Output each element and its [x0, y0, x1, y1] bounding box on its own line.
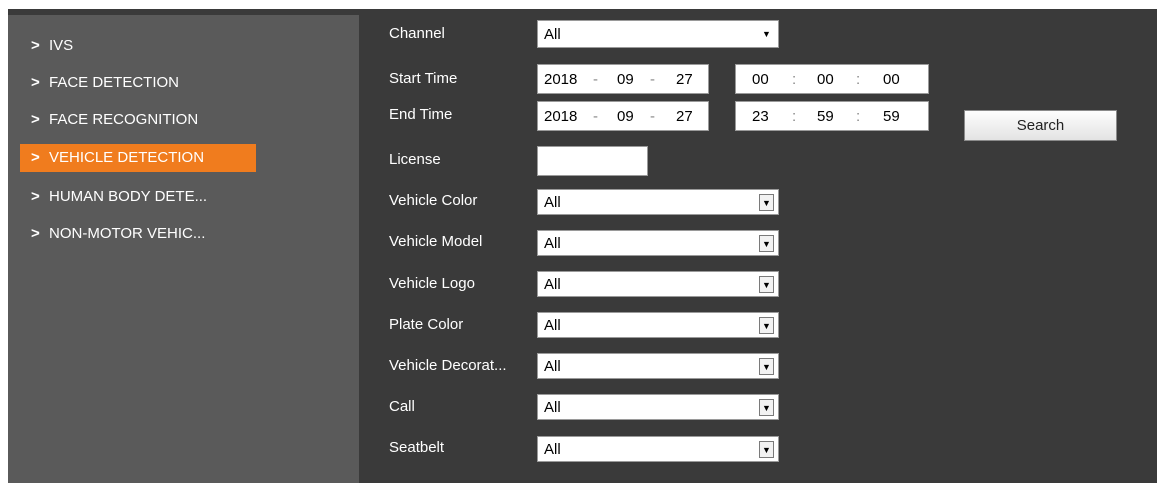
vehicle-color-value: All	[544, 194, 561, 211]
plate-color-value: All	[544, 317, 561, 334]
end-year: 2018	[544, 108, 578, 125]
chevron-down-icon: ▼	[759, 399, 774, 416]
start-day: 27	[676, 71, 693, 88]
chevron-down-icon: ▼	[759, 317, 774, 334]
channel-value: All	[544, 26, 561, 43]
seatbelt-label: Seatbelt	[389, 439, 445, 456]
end-time-input[interactable]: 23 : 59 : 59	[735, 101, 929, 131]
sidebar-item-label: FACE RECOGNITION	[49, 111, 199, 128]
start-time-input[interactable]: 00 : 00 : 00	[735, 64, 929, 94]
sidebar-item-human-body-detection[interactable]: > HUMAN BODY DETE...	[20, 183, 217, 211]
sidebar-item-label: HUMAN BODY DETE...	[49, 188, 208, 205]
vehicle-logo-select[interactable]: All ▼	[537, 271, 779, 297]
chevron-right-icon: >	[31, 225, 40, 242]
sidebar-item-label: IVS	[49, 37, 74, 54]
call-select[interactable]: All ▼	[537, 394, 779, 420]
end-hour: 23	[752, 108, 769, 125]
sidebar-item-face-detection[interactable]: > FACE DETECTION	[20, 69, 189, 97]
chevron-right-icon: >	[31, 111, 40, 128]
seatbelt-value: All	[544, 441, 561, 458]
chevron-right-icon: >	[31, 74, 40, 91]
vehicle-logo-label: Vehicle Logo	[389, 275, 475, 292]
sidebar-item-vehicle-detection[interactable]: > VEHICLE DETECTION	[20, 144, 256, 172]
call-label: Call	[389, 398, 415, 415]
date-separator: -	[650, 71, 655, 88]
chevron-right-icon: >	[31, 188, 40, 205]
start-date-input[interactable]: 2018 - 09 - 27	[537, 64, 709, 94]
chevron-down-icon: ▼	[759, 276, 774, 293]
seatbelt-select[interactable]: All ▼	[537, 436, 779, 462]
date-separator: -	[650, 108, 655, 125]
start-time-label: Start Time	[389, 70, 458, 87]
vehicle-model-value: All	[544, 235, 561, 252]
vehicle-logo-value: All	[544, 276, 561, 293]
chevron-down-icon: ▼	[759, 358, 774, 375]
sidebar-item-label: NON-MOTOR VEHIC...	[49, 225, 206, 242]
end-time-label: End Time	[389, 106, 453, 123]
end-month: 09	[617, 108, 634, 125]
channel-select[interactable]: All ▼	[537, 20, 779, 48]
sidebar: > IVS > FACE DETECTION > FACE RECOGNITION >…	[8, 15, 359, 483]
plate-color-select[interactable]: All ▼	[537, 312, 779, 338]
end-second: 59	[883, 108, 900, 125]
plate-color-label: Plate Color	[389, 316, 464, 333]
chevron-down-icon: ▼	[759, 235, 774, 252]
sidebar-item-label: FACE DETECTION	[49, 74, 180, 91]
sidebar-item-face-recognition[interactable]: > FACE RECOGNITION	[20, 106, 208, 134]
vehicle-color-select[interactable]: All ▼	[537, 189, 779, 215]
end-minute: 59	[817, 108, 834, 125]
vehicle-decoration-label: Vehicle Decorat...	[389, 357, 507, 374]
date-separator: -	[593, 71, 598, 88]
vehicle-model-select[interactable]: All ▼	[537, 230, 779, 256]
start-hour: 00	[752, 71, 769, 88]
chevron-down-icon: ▼	[762, 29, 771, 39]
license-input[interactable]	[537, 146, 648, 176]
channel-label: Channel	[389, 25, 445, 42]
start-minute: 00	[817, 71, 834, 88]
vehicle-color-label: Vehicle Color	[389, 192, 478, 209]
start-month: 09	[617, 71, 634, 88]
start-second: 00	[883, 71, 900, 88]
chevron-right-icon: >	[31, 149, 40, 166]
chevron-down-icon: ▼	[759, 441, 774, 458]
end-date-input[interactable]: 2018 - 09 - 27	[537, 101, 709, 131]
start-year: 2018	[544, 71, 578, 88]
chevron-down-icon: ▼	[759, 194, 774, 211]
date-separator: -	[593, 108, 598, 125]
time-separator: :	[856, 108, 861, 125]
license-label: License	[389, 151, 441, 168]
chevron-right-icon: >	[31, 37, 40, 54]
time-separator: :	[792, 71, 797, 88]
app-window: > IVS > FACE DETECTION > FACE RECOGNITION >…	[8, 9, 1157, 483]
call-value: All	[544, 399, 561, 416]
sidebar-item-non-motor-vehicle[interactable]: > NON-MOTOR VEHIC...	[20, 220, 215, 248]
vehicle-model-label: Vehicle Model	[389, 233, 483, 250]
end-day: 27	[676, 108, 693, 125]
sidebar-item-ivs[interactable]: > IVS	[20, 32, 83, 60]
vehicle-decoration-value: All	[544, 358, 561, 375]
search-button[interactable]: Search	[964, 110, 1117, 141]
vehicle-decoration-select[interactable]: All ▼	[537, 353, 779, 379]
time-separator: :	[856, 71, 861, 88]
time-separator: :	[792, 108, 797, 125]
sidebar-item-label: VEHICLE DETECTION	[49, 149, 205, 166]
